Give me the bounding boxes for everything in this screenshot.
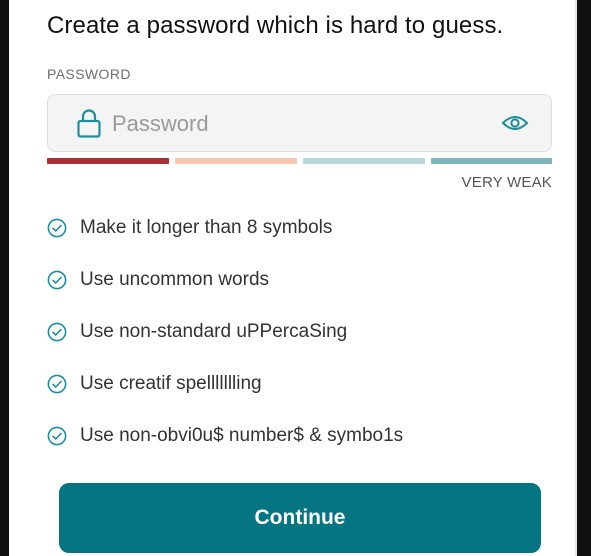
tip-text: Use non-standard uPPercaSing	[80, 321, 348, 342]
list-item: Use non-obvi0u$ number$ & symbo1s	[47, 422, 403, 450]
page-title: Create a password which is hard to guess…	[47, 12, 504, 39]
tip-text: Use creatif spellllllling	[80, 373, 262, 394]
strength-segment-3	[303, 158, 425, 164]
strength-segment-2	[175, 158, 297, 164]
tip-text: Use uncommon words	[80, 269, 270, 290]
strength-segment-1	[47, 158, 169, 164]
check-circle-icon	[47, 322, 67, 342]
strength-segment-4	[431, 158, 552, 164]
tip-text: Use non-obvi0u$ number$ & symbo1s	[80, 425, 404, 446]
password-input[interactable]	[112, 107, 472, 141]
check-circle-icon	[47, 374, 67, 394]
list-item: Use creatif spellllllling	[47, 370, 262, 398]
password-field[interactable]	[47, 94, 552, 152]
window-border-right	[577, 0, 591, 556]
password-screen: Create a password which is hard to guess…	[0, 0, 591, 556]
list-item: Make it longer than 8 symbols	[47, 214, 332, 242]
strength-label: VERY WEAK	[461, 174, 552, 191]
check-circle-icon	[47, 426, 67, 446]
password-field-label: PASSWORD	[47, 66, 131, 82]
check-circle-icon	[47, 270, 67, 290]
list-item: Use uncommon words	[47, 266, 269, 294]
check-circle-icon	[47, 218, 67, 238]
lock-icon	[77, 109, 101, 138]
window-border-left	[0, 0, 9, 556]
tip-text: Make it longer than 8 symbols	[80, 217, 333, 238]
list-item: Use non-standard uPPercaSing	[47, 318, 347, 346]
eye-icon[interactable]	[501, 113, 529, 133]
continue-button[interactable]: Continue	[59, 483, 541, 553]
password-strength-meter	[47, 158, 552, 164]
